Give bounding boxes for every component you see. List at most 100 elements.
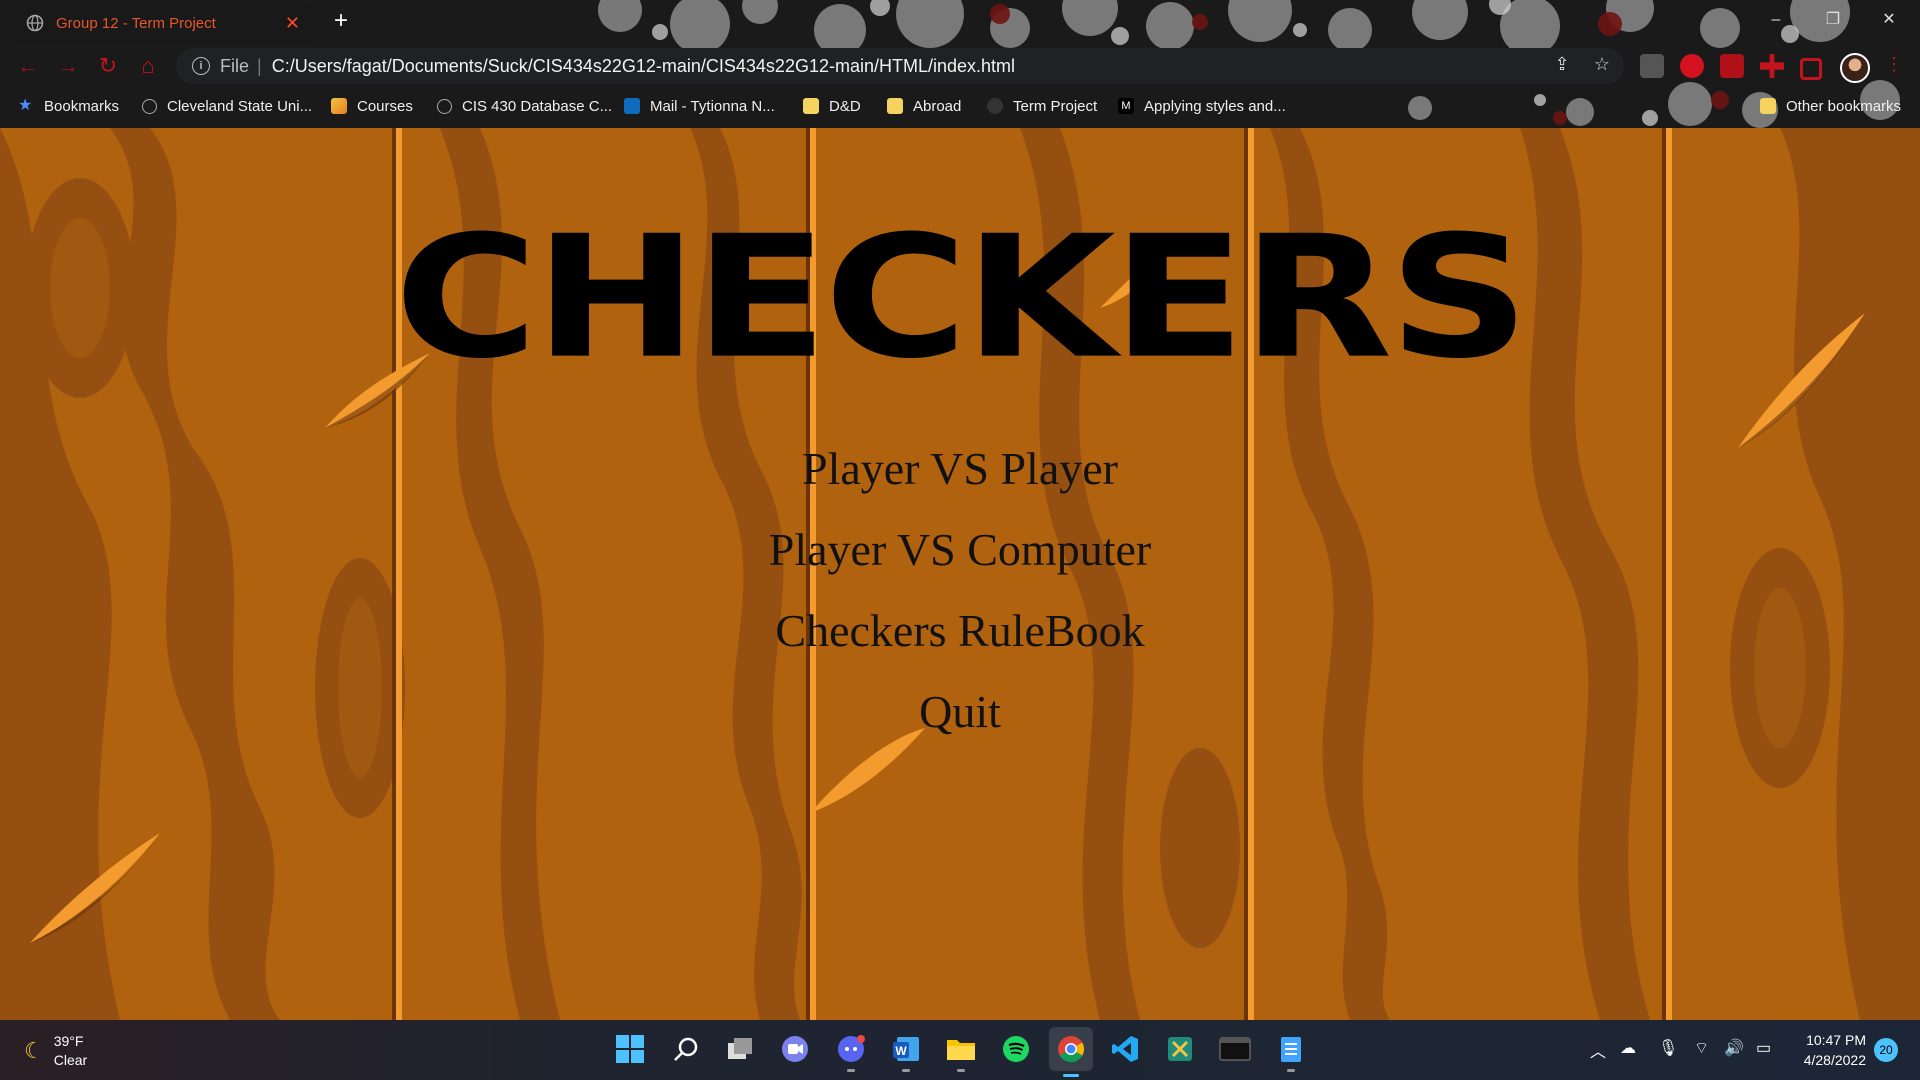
- snipping-tool-icon[interactable]: [1163, 1032, 1197, 1066]
- clock-time: 10:47 PM: [1806, 1032, 1866, 1048]
- menu-icon[interactable]: ⋮: [1880, 50, 1908, 78]
- bookmark-label: Applying styles and...: [1144, 97, 1286, 115]
- chrome-icon[interactable]: [1049, 1027, 1093, 1077]
- new-tab-button[interactable]: +: [326, 6, 356, 36]
- running-indicator: [902, 1069, 910, 1072]
- bookmark-label: Courses: [357, 97, 413, 115]
- svg-text:W: W: [895, 1044, 907, 1058]
- bookmark-label: Cleveland State Uni...: [167, 97, 313, 115]
- url-separator: |: [257, 55, 262, 76]
- folder-icon: [1760, 98, 1776, 114]
- taskbar: ☾ 39°F Clear W ︿ ☁ 🎙 ⌔ 🔊 ▭ 10:47 PM 4/28…: [0, 1020, 1920, 1080]
- onedrive-icon[interactable]: ☁: [1620, 1038, 1636, 1058]
- bookmark-item[interactable]: D&D: [803, 94, 861, 118]
- url-text[interactable]: C:/Users/fagat/Documents/Suck/CIS434s22G…: [272, 56, 1015, 77]
- word-icon[interactable]: W: [889, 1032, 923, 1072]
- folder-icon: [803, 98, 819, 114]
- running-indicator: [957, 1069, 965, 1072]
- profile-avatar[interactable]: [1840, 53, 1870, 83]
- site-info-icon[interactable]: i: [192, 57, 210, 75]
- globe-icon: [26, 14, 44, 32]
- task-view-icon[interactable]: [724, 1032, 758, 1066]
- player-vs-computer-link[interactable]: Player VS Computer: [0, 509, 1920, 590]
- bookmark-label: Bookmarks: [44, 97, 120, 115]
- terminal-icon[interactable]: [1218, 1032, 1252, 1066]
- bookmark-star-icon[interactable]: ☆: [1588, 50, 1616, 78]
- reload-icon[interactable]: ↻: [94, 52, 122, 80]
- discord-icon[interactable]: [834, 1032, 868, 1072]
- search-icon[interactable]: [669, 1032, 703, 1066]
- chevron-up-icon[interactable]: ︿: [1590, 1038, 1606, 1062]
- bookmark-item[interactable]: Mail - Tytionna N...: [624, 94, 775, 118]
- browser-toolbar: ← → ↻ ⌂ i File | C:/Users/fagat/Document…: [0, 46, 1920, 86]
- restore-button[interactable]: ❐: [1806, 0, 1860, 40]
- spotify-icon[interactable]: [999, 1032, 1033, 1066]
- teams-chat-icon[interactable]: [778, 1032, 812, 1066]
- wifi-icon[interactable]: ⌔: [1694, 1038, 1709, 1058]
- weather-temp: 39°F: [53, 1033, 84, 1049]
- globe-icon: [437, 98, 452, 114]
- file-explorer-icon[interactable]: [944, 1032, 978, 1072]
- home-icon[interactable]: ⌂: [134, 52, 162, 80]
- bookmark-item[interactable]: Cleveland State Uni...: [142, 94, 312, 118]
- folder-icon: [887, 98, 903, 114]
- pencil-icon: [331, 98, 347, 114]
- browser-chrome: Group 12 - Term Project ✕ + – ❐ ✕ ← → ↻ …: [0, 0, 1920, 128]
- bookmarks-bar: ★ Bookmarks Cleveland State Uni... Course…: [0, 92, 1920, 120]
- active-tab[interactable]: Group 12 - Term Project ✕: [12, 4, 312, 42]
- clock-date: 4/28/2022: [1803, 1052, 1866, 1068]
- running-indicator: [1287, 1069, 1295, 1072]
- other-bookmarks[interactable]: Other bookmarks: [1760, 94, 1901, 118]
- bookmark-label: D&D: [829, 97, 861, 115]
- quit-link[interactable]: Quit: [0, 671, 1920, 752]
- weather-desc: Clear: [53, 1052, 88, 1068]
- notepad-icon[interactable]: [1274, 1032, 1308, 1072]
- bookmark-label: Mail - Tytionna N...: [650, 97, 775, 115]
- moon-icon: ☾: [24, 1038, 44, 1063]
- bookmark-item[interactable]: Courses: [331, 94, 413, 118]
- close-window-button[interactable]: ✕: [1862, 0, 1916, 40]
- player-vs-player-link[interactable]: Player VS Player: [0, 428, 1920, 509]
- mdn-icon: M: [1118, 98, 1134, 114]
- other-bookmarks-label: Other bookmarks: [1786, 97, 1902, 115]
- bookmark-item[interactable]: CIS 430 Database C...: [437, 94, 612, 118]
- extension-icon[interactable]: [1640, 54, 1664, 78]
- tab-title: Group 12 - Term Project: [56, 14, 216, 32]
- tab-strip: Group 12 - Term Project ✕ + – ❐ ✕: [0, 0, 1920, 42]
- rulebook-link[interactable]: Checkers RuleBook: [0, 590, 1920, 671]
- bookmark-item[interactable]: Term Project: [987, 94, 1097, 118]
- bookmark-item[interactable]: Abroad: [887, 94, 961, 118]
- page-viewport: CHECKERS Player VS Player Player VS Comp…: [0, 128, 1920, 1020]
- system-clock[interactable]: 10:47 PM 4/28/2022: [1796, 1030, 1866, 1070]
- outlook-icon: [624, 98, 640, 114]
- bookmark-label: Abroad: [913, 97, 962, 115]
- bookmark-item[interactable]: ★ Bookmarks: [18, 94, 119, 118]
- minimize-button[interactable]: –: [1749, 0, 1803, 40]
- vscode-icon[interactable]: [1108, 1032, 1142, 1066]
- weather-widget[interactable]: ☾ 39°F Clear: [24, 1032, 87, 1070]
- battery-icon[interactable]: ▭: [1756, 1038, 1771, 1058]
- running-indicator: [847, 1069, 855, 1072]
- notification-badge[interactable]: 20: [1874, 1038, 1898, 1062]
- active-indicator: [1063, 1074, 1079, 1077]
- address-bar[interactable]: i File | C:/Users/fagat/Documents/Suck/C…: [176, 48, 1624, 84]
- bookmark-label: Term Project: [1013, 97, 1098, 115]
- reading-list-icon[interactable]: [1800, 58, 1822, 80]
- extension-icon[interactable]: [1720, 54, 1744, 78]
- bookmark-label: CIS 430 Database C...: [462, 97, 613, 115]
- adblock-icon[interactable]: [1680, 54, 1704, 78]
- back-icon[interactable]: ←: [14, 52, 42, 80]
- volume-icon[interactable]: 🔊: [1724, 1038, 1744, 1058]
- star-icon: ★: [18, 97, 33, 114]
- main-menu: Player VS Player Player VS Computer Chec…: [0, 428, 1920, 752]
- url-scheme-label: File: [220, 55, 250, 76]
- puzzle-icon[interactable]: [1760, 54, 1784, 78]
- bookmark-item[interactable]: M Applying styles and...: [1118, 94, 1286, 118]
- github-icon: [987, 98, 1003, 114]
- forward-icon[interactable]: →: [54, 52, 82, 80]
- microphone-icon[interactable]: 🎙: [1658, 1038, 1678, 1058]
- close-tab-icon[interactable]: ✕: [285, 13, 300, 34]
- start-icon[interactable]: [613, 1032, 647, 1066]
- share-icon[interactable]: ⇪: [1548, 50, 1576, 78]
- globe-icon: [142, 98, 157, 114]
